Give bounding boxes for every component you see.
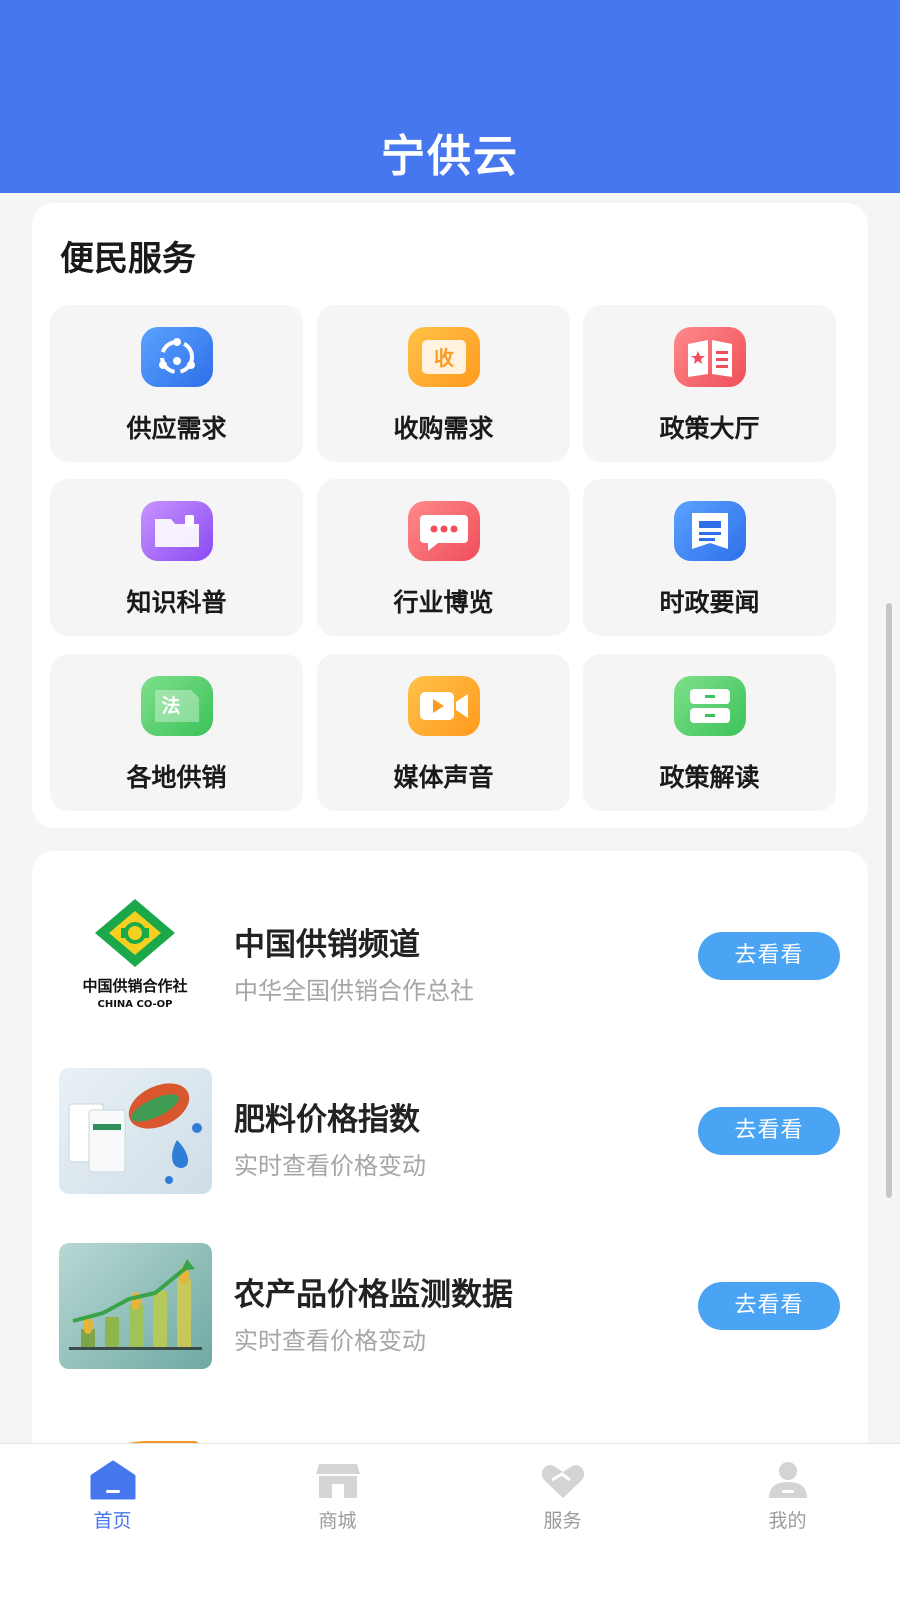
service-local-coop[interactable]: 法 各地供销 [50,654,303,811]
video-camera-icon [408,676,480,736]
service-media-voice[interactable]: 媒体声音 [317,654,570,811]
link-row-china-coop[interactable]: 中国供销合作社 CHINA CO-OP 中国供销频道 中华全国供销合作总社 去看… [32,893,868,1019]
scrollbar[interactable] [886,603,892,1198]
link-title: 中国供销频道 [234,927,420,963]
purchase-icon-text: 收 [434,346,454,370]
bottom-tab-bar: 首页 商城 服务 我的 [0,1443,900,1601]
law-icon-text: 法 [161,694,180,717]
user-icon [765,1460,811,1500]
svg-text:CHINA CO-OP: CHINA CO-OP [97,999,172,1010]
cabinet-icon [674,676,746,736]
svg-text:中国供销合作社: 中国供销合作社 [82,977,187,995]
tile-label: 政策大厅 [659,414,760,443]
tile-label: 行业博览 [393,588,494,617]
tile-label: 供应需求 [126,414,227,443]
tab-service[interactable]: 服务 [450,1444,675,1601]
app-title: 宁供云 [381,131,519,182]
news-icon [674,501,746,561]
policy-book-icon [674,327,746,387]
service-policy-interpretation[interactable]: 政策解读 [583,654,836,811]
tile-label: 各地供销 [126,763,227,792]
link-subtitle: 实时查看价格变动 [234,1152,426,1180]
go-see-button[interactable]: 去看看 [698,1107,840,1155]
service-knowledge[interactable]: 知识科普 [50,479,303,636]
go-see-button[interactable]: 去看看 [698,932,840,980]
tile-label: 政策解读 [659,763,760,792]
tab-label: 服务 [543,1510,582,1532]
link-subtitle: 实时查看价格变动 [234,1327,426,1355]
tab-label: 我的 [768,1510,807,1532]
supply-icon [141,327,213,387]
tab-mine[interactable]: 我的 [675,1444,900,1601]
china-coop-logo: 中国供销合作社 CHINA CO-OP [59,893,212,1019]
tab-label: 首页 [93,1510,132,1532]
link-row-agri-price-monitor[interactable]: 农产品价格监测数据 实时查看价格变动 去看看 [32,1243,868,1369]
services-title: 便民服务 [60,239,196,279]
app-header: 宁供云 [0,0,900,193]
service-current-news[interactable]: 时政要闻 [583,479,836,636]
link-title: 农产品价格监测数据 [234,1277,513,1313]
tab-store[interactable]: 商城 [225,1444,450,1601]
chat-bubble-icon [408,501,480,561]
service-policy-hall[interactable]: 政策大厅 [583,305,836,462]
tile-label: 媒体声音 [393,763,494,792]
go-see-button[interactable]: 去看看 [698,1282,840,1330]
link-title: 肥料价格指数 [234,1102,420,1138]
agri-price-thumbnail [59,1243,212,1369]
link-subtitle: 中华全国供销合作总社 [234,977,474,1005]
handshake-icon [540,1460,586,1500]
purchase-icon: 收 [408,327,480,387]
folder-icon [141,501,213,561]
tile-label: 时政要闻 [659,588,760,617]
home-icon [90,1460,136,1500]
fertilizer-thumbnail [59,1068,212,1194]
link-row-fertilizer-index[interactable]: 肥料价格指数 实时查看价格变动 去看看 [32,1068,868,1194]
store-icon [315,1460,361,1500]
services-card: 便民服务 供应需求 收 收购需求 政策大厅 知识科普 行业博览 时政要闻 法 各… [32,203,868,828]
tile-label: 知识科普 [126,588,227,617]
tab-home[interactable]: 首页 [0,1444,225,1601]
service-supply-demand[interactable]: 供应需求 [50,305,303,462]
law-icon: 法 [141,676,213,736]
links-card: 中国供销合作社 CHINA CO-OP 中国供销频道 中华全国供销合作总社 去看… [32,851,868,1471]
service-purchase-demand[interactable]: 收 收购需求 [317,305,570,462]
tab-label: 商城 [318,1510,357,1532]
tile-label: 收购需求 [393,414,494,443]
service-industry-expo[interactable]: 行业博览 [317,479,570,636]
